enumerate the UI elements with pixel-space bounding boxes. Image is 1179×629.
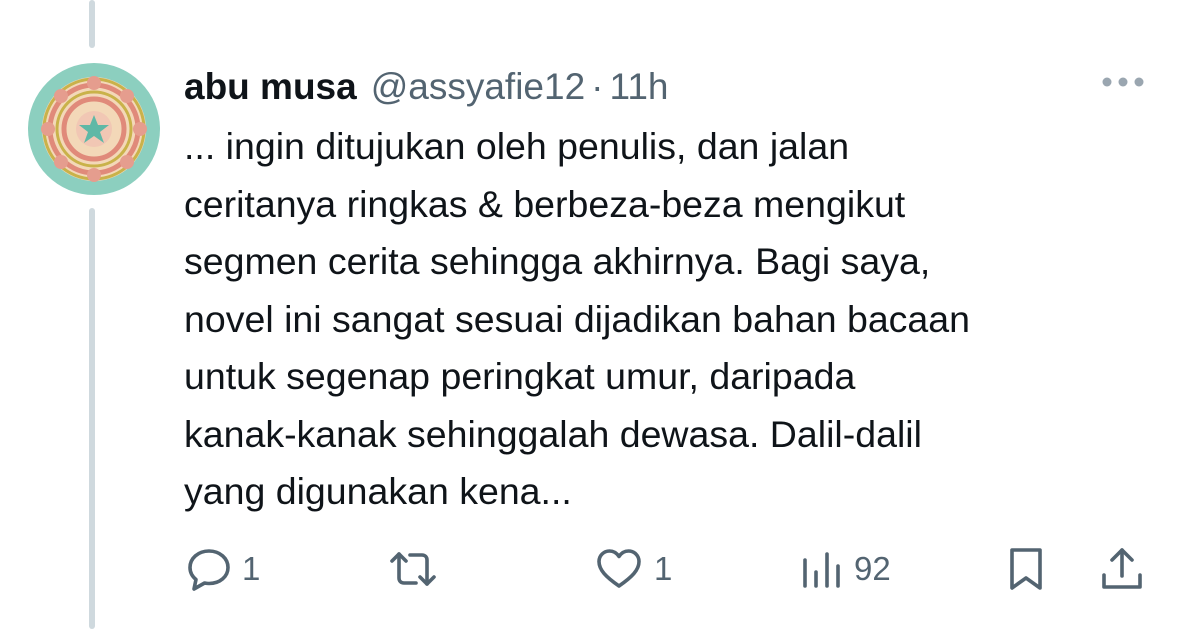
tweet-text-line: ... ingin ditujukan oleh penulis, dan ja… <box>184 125 850 167</box>
author-name[interactable]: abu musa <box>184 66 357 108</box>
tweet-text-line: kanak-kanak sehinggalah dewasa. Dalil-da… <box>184 412 922 455</box>
thread-connector-top <box>89 0 95 48</box>
tweet-text-line: yang digunakan kena... <box>184 470 572 512</box>
separator-dot: · <box>591 66 604 107</box>
like-button[interactable]: 1 <box>594 544 672 594</box>
like-count: 1 <box>654 550 673 587</box>
thread-connector-bottom <box>89 208 95 629</box>
retweet-icon <box>386 546 440 592</box>
avatar[interactable] <box>28 63 160 195</box>
timestamp[interactable]: 11h <box>610 66 669 108</box>
bookmark-icon <box>1004 545 1048 593</box>
more-horizontal-icon[interactable] <box>1098 64 1148 100</box>
views-count: 92 <box>854 550 891 587</box>
share-button[interactable] <box>1098 544 1146 594</box>
reply-icon <box>186 546 232 592</box>
views-button[interactable]: 92 <box>800 544 891 594</box>
tweet-text-line: novel ini sangat sesuai dijadikan bahan … <box>184 297 970 340</box>
retweet-button[interactable] <box>386 544 440 594</box>
reply-count: 1 <box>242 550 261 587</box>
author-handle[interactable]: @assyafie12 <box>371 66 585 108</box>
views-chart-icon <box>800 546 844 592</box>
tweet-text-line: segmen cerita sehingga akhirnya. Bagi sa… <box>184 240 931 282</box>
reply-button[interactable]: 1 <box>186 544 260 594</box>
tweet-text: ... ingin ditujukan oleh penulis, dan ja… <box>184 118 1144 521</box>
tweet-text-line: ceritanya ringkas & berbeza-beza mengiku… <box>184 182 906 225</box>
heart-icon <box>594 546 644 592</box>
bookmark-button[interactable] <box>1004 544 1048 594</box>
tweet-text-line: untuk segenap peringkat umur, daripada <box>184 355 856 397</box>
share-icon <box>1098 545 1146 593</box>
tweet-header: abu musa @assyafie12 · 11h <box>184 62 669 112</box>
